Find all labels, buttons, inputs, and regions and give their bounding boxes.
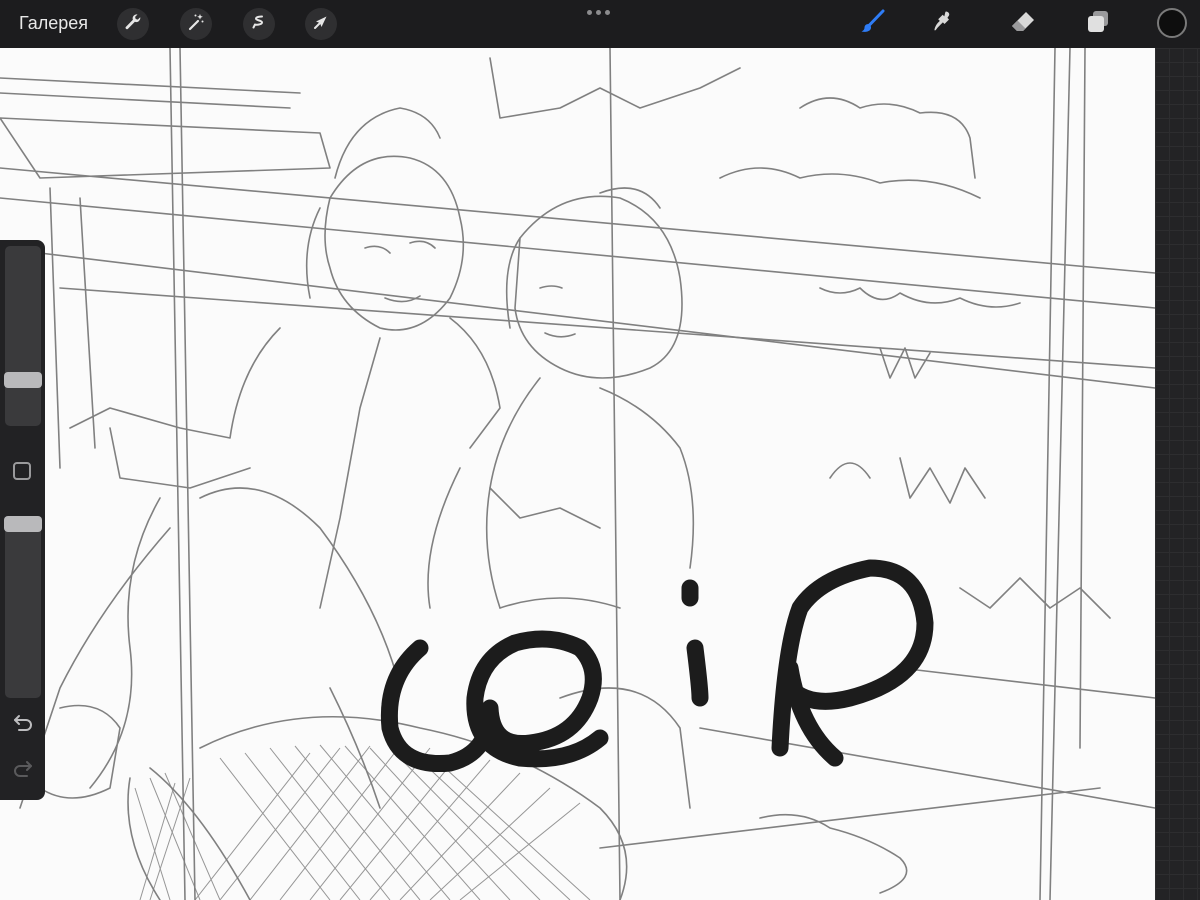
top-toolbar: Галерея <box>0 0 1200 48</box>
actions-button[interactable] <box>117 8 149 40</box>
selection-button[interactable] <box>243 8 275 40</box>
smudge-tool-button[interactable] <box>928 9 958 39</box>
layers-icon <box>1084 8 1112 41</box>
brush-size-slider[interactable] <box>4 246 42 426</box>
transform-button[interactable] <box>305 8 337 40</box>
undo-button[interactable] <box>11 714 35 734</box>
brush-icon <box>858 8 886 41</box>
color-picker-button[interactable] <box>1157 8 1187 38</box>
wip-lettering <box>380 559 934 773</box>
sketch-artwork <box>0 48 1155 900</box>
canvas-edge-strip <box>1155 48 1200 900</box>
layers-button[interactable] <box>1083 9 1113 39</box>
more-options-icon[interactable] <box>587 10 610 15</box>
wrench-icon <box>123 12 143 37</box>
magic-wand-icon <box>186 12 206 37</box>
opacity-slider[interactable] <box>4 516 42 698</box>
undo-icon <box>11 715 35 738</box>
gallery-button[interactable]: Галерея <box>19 13 88 34</box>
opacity-thumb[interactable] <box>4 516 42 532</box>
left-sidebar <box>0 240 45 800</box>
drawing-canvas[interactable] <box>0 48 1155 900</box>
modify-button[interactable] <box>13 462 31 480</box>
brush-size-thumb[interactable] <box>4 372 42 388</box>
smudge-icon <box>929 8 957 41</box>
redo-button[interactable] <box>11 760 35 780</box>
adjustments-button[interactable] <box>180 8 212 40</box>
selection-icon <box>249 12 269 37</box>
transform-arrow-icon <box>311 12 331 37</box>
eraser-tool-button[interactable] <box>1008 9 1038 39</box>
redo-icon <box>11 761 35 784</box>
eraser-icon <box>1009 8 1037 41</box>
brush-tool-button[interactable] <box>857 9 887 39</box>
